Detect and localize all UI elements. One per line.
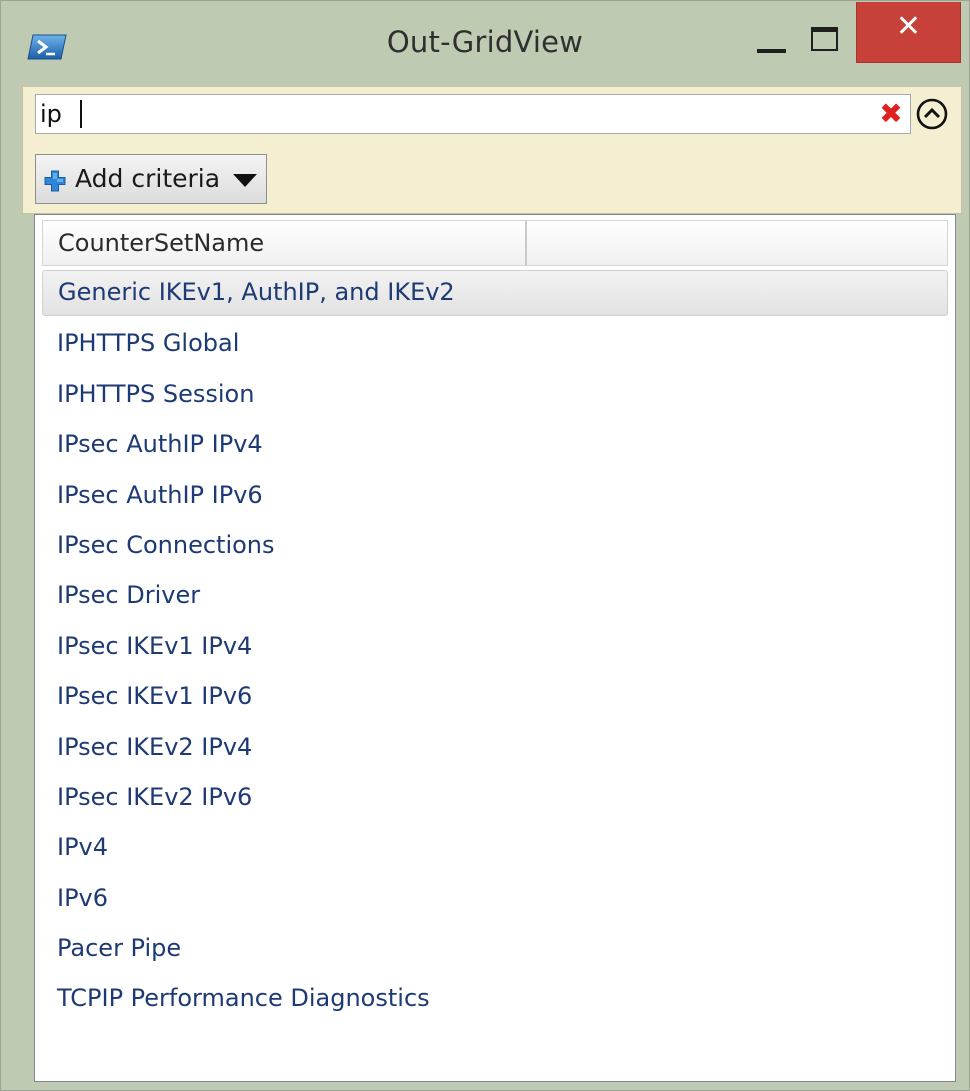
- minimize-icon: [757, 49, 786, 53]
- table-row[interactable]: IPsec Driver: [42, 572, 948, 622]
- table-row[interactable]: IPsec IKEv2 IPv4: [42, 724, 948, 774]
- row-counter-set-name: IPsec IKEv2 IPv6: [57, 782, 253, 811]
- table-row[interactable]: IPsec IKEv1 IPv6: [42, 673, 948, 723]
- out-gridview-window: Out-GridView ✕ ✖ Add criteria: [0, 0, 970, 1091]
- title-bar[interactable]: Out-GridView ✕: [1, 1, 969, 85]
- row-counter-set-name: Pacer Pipe: [57, 934, 182, 963]
- minimize-button[interactable]: [749, 21, 795, 61]
- triangle-down-icon: [233, 174, 257, 187]
- table-row[interactable]: Pacer Pipe: [42, 925, 948, 975]
- row-counter-set-name: IPsec IKEv1 IPv6: [57, 682, 253, 711]
- plus-icon: [44, 170, 66, 192]
- add-criteria-label: Add criteria: [75, 164, 221, 193]
- row-counter-set-name: IPHTTPS Session: [57, 379, 255, 408]
- table-row[interactable]: IPsec AuthIP IPv6: [42, 472, 948, 522]
- table-row[interactable]: IPv6: [42, 875, 948, 925]
- column-header-label: CounterSetName: [58, 229, 265, 257]
- row-counter-set-name: IPsec IKEv1 IPv4: [57, 631, 253, 660]
- row-counter-set-name: Generic IKEv1, AuthIP, and IKEv2: [58, 278, 455, 306]
- row-counter-set-name: IPsec Connections: [57, 530, 275, 559]
- search-box[interactable]: ✖: [35, 94, 911, 134]
- row-counter-set-name: IPsec Driver: [57, 581, 201, 610]
- table-row[interactable]: IPv4: [42, 824, 948, 874]
- table-row[interactable]: Generic IKEv1, AuthIP, and IKEv2: [42, 270, 948, 316]
- grid-rows: Generic IKEv1, AuthIP, and IKEv2 IPHTTPS…: [42, 270, 948, 1026]
- table-row[interactable]: IPsec IKEv1 IPv4: [42, 623, 948, 673]
- column-header-filler: [527, 221, 947, 265]
- close-button[interactable]: ✕: [856, 2, 961, 63]
- text-caret: [80, 100, 82, 128]
- table-row[interactable]: IPsec Connections: [42, 522, 948, 572]
- clear-x-icon[interactable]: ✖: [876, 99, 906, 129]
- row-counter-set-name: IPsec IKEv2 IPv4: [57, 732, 253, 761]
- maximize-button[interactable]: [801, 21, 847, 61]
- table-row[interactable]: IPsec IKEv2 IPv6: [42, 774, 948, 824]
- grid-header: CounterSetName: [42, 220, 948, 266]
- column-header-countersetname[interactable]: CounterSetName: [43, 221, 527, 265]
- search-input[interactable]: [40, 97, 840, 131]
- row-counter-set-name: IPv6: [57, 883, 109, 912]
- table-row[interactable]: IPHTTPS Global: [42, 320, 948, 370]
- add-criteria-button[interactable]: Add criteria: [35, 154, 267, 204]
- row-counter-set-name: IPsec AuthIP IPv6: [57, 480, 263, 509]
- filter-panel: ✖ Add criteria: [22, 86, 962, 214]
- maximize-icon: [811, 27, 838, 51]
- table-row[interactable]: IPHTTPS Session: [42, 371, 948, 421]
- results-grid[interactable]: CounterSetName Generic IKEv1, AuthIP, an…: [34, 214, 956, 1082]
- row-counter-set-name: IPHTTPS Global: [57, 329, 240, 358]
- row-counter-set-name: IPsec AuthIP IPv4: [57, 430, 263, 459]
- table-row[interactable]: IPsec AuthIP IPv4: [42, 421, 948, 471]
- table-row[interactable]: TCPIP Performance Diagnostics: [42, 975, 948, 1025]
- chevron-up-circle-icon[interactable]: [915, 97, 949, 131]
- row-counter-set-name: IPv4: [57, 833, 109, 862]
- close-icon: ✕: [895, 9, 922, 44]
- row-counter-set-name: TCPIP Performance Diagnostics: [57, 984, 430, 1013]
